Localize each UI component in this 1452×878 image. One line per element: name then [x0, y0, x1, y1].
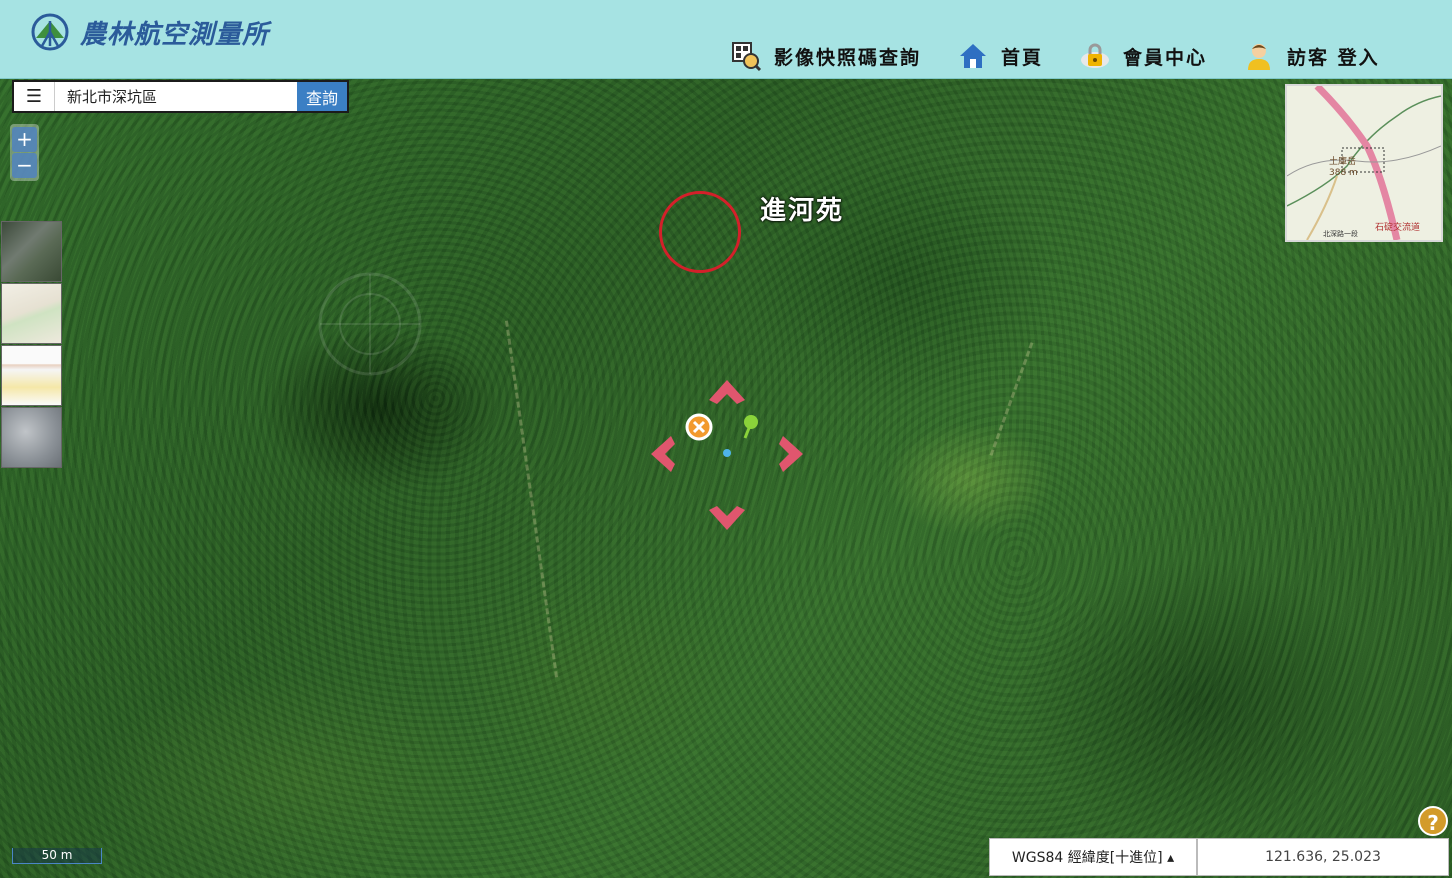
- nav-label: 首頁: [1001, 46, 1044, 69]
- agency-logo-icon: [31, 13, 69, 51]
- scale-bar: 50 m: [12, 848, 102, 864]
- nav-member-center[interactable]: 會員中心: [1079, 40, 1207, 72]
- nav-label: 影像快照碼查詢: [774, 46, 922, 69]
- pan-control[interactable]: [645, 374, 810, 534]
- minimap-elevation-label: 388 m: [1329, 168, 1358, 178]
- annotation-label: 進河苑: [760, 196, 845, 226]
- annotation-circle: [659, 191, 741, 273]
- hamburger-icon: ☰: [25, 86, 43, 107]
- menu-button[interactable]: ☰: [14, 82, 55, 111]
- search-button[interactable]: 查詢: [297, 82, 347, 111]
- basemap-switcher: [1, 221, 62, 469]
- minimap-drawing: 土庫岳 388 m 石碇交流道 北深路一段: [1287, 86, 1441, 240]
- agency-title: 農林航空測量所: [80, 19, 270, 50]
- minimap-interchange-label: 石碇交流道: [1375, 221, 1420, 233]
- pan-down-arrow: [709, 506, 745, 530]
- pan-right-arrow: [779, 436, 803, 472]
- pan-left-arrow: [651, 436, 675, 472]
- minimap-peak-label: 土庫岳: [1329, 155, 1356, 167]
- zoom-in-button[interactable]: +: [12, 127, 37, 152]
- top-header: 農林航空測量所 影像快照碼查詢 首頁 會員中心 訪客 登入: [0, 0, 1452, 79]
- nav-snapshot-search[interactable]: 影像快照碼查詢: [730, 40, 921, 72]
- overview-minimap[interactable]: 土庫岳 388 m 石碇交流道 北深路一段: [1285, 84, 1443, 242]
- nav-bar: 影像快照碼查詢 首頁 會員中心 訪客 登入: [730, 36, 1416, 76]
- lock-cloud-icon: [1081, 43, 1110, 68]
- nav-label: 訪客 登入: [1287, 46, 1380, 69]
- help-button[interactable]: ?: [1418, 806, 1448, 836]
- search-input[interactable]: [55, 82, 297, 111]
- nav-label: 會員中心: [1123, 46, 1208, 69]
- layer-satellite-thumb[interactable]: [1, 221, 62, 282]
- zoom-control: + −: [10, 124, 39, 181]
- user-icon: [1248, 44, 1271, 70]
- search-bar: ☰ 查詢: [12, 80, 349, 113]
- layer-map-thumb[interactable]: [1, 283, 62, 344]
- home-icon: [960, 44, 987, 68]
- pan-up-arrow: [709, 380, 745, 404]
- minimap-road-label: 北深路一段: [1323, 229, 1358, 238]
- zoom-out-button[interactable]: −: [12, 153, 37, 178]
- aerial-map[interactable]: [0, 79, 1452, 878]
- layer-road-thumb[interactable]: [1, 345, 62, 406]
- watermark-icon: [318, 272, 422, 376]
- nav-home[interactable]: 首頁: [957, 40, 1043, 72]
- layer-terrain-thumb[interactable]: [1, 407, 62, 468]
- pushpin-icon: [743, 415, 758, 439]
- location-dot: [723, 449, 731, 457]
- coordinate-readout: 121.636, 25.023: [1197, 838, 1449, 876]
- nav-guest-login[interactable]: 訪客 登入: [1243, 40, 1380, 72]
- coordinate-system-select[interactable]: WGS84 經緯度[十進位] ▴: [989, 838, 1197, 876]
- qr-search-icon: [732, 42, 762, 72]
- logo[interactable]: 農林航空測量所: [30, 12, 269, 52]
